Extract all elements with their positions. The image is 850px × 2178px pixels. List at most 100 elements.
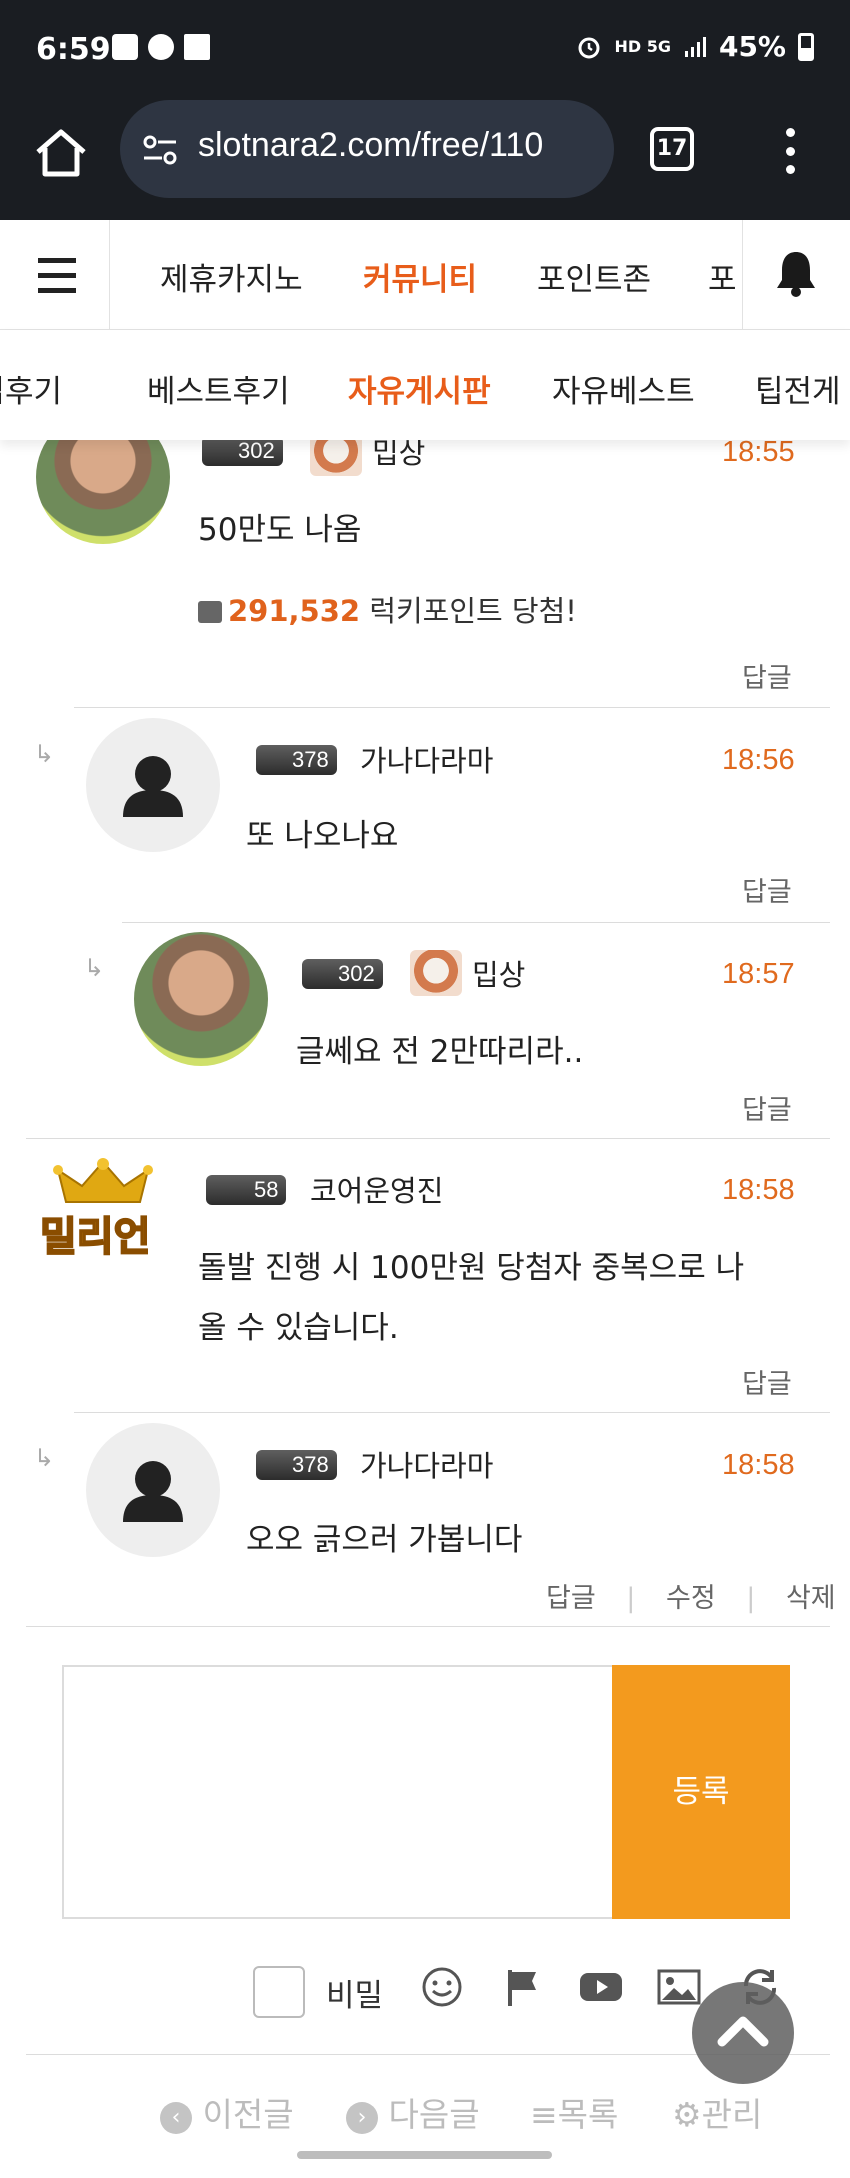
comment-author[interactable]: 가나다라마 — [360, 738, 493, 780]
reply-button[interactable]: 답글 — [742, 1088, 792, 1127]
prev-post-label: 이전글 — [202, 2095, 294, 2134]
battery-percent: 45% — [718, 30, 786, 63]
comment-divider — [74, 707, 830, 708]
reply-arrow-icon: ↳ — [34, 740, 55, 768]
comment-author[interactable]: 가나다라마 — [360, 1443, 493, 1485]
main-nav-items: 제휴카지노 커뮤니티 포인트존 포 — [110, 220, 742, 330]
secret-label: 비밀 — [326, 1978, 384, 2014]
home-icon[interactable] — [30, 122, 92, 184]
comment-time: 18:56 — [722, 744, 795, 776]
site-main-nav: 제휴카지노 커뮤니티 포인트존 포 — [0, 220, 850, 330]
edit-button[interactable]: 수정 — [666, 1583, 716, 1614]
level-number: 302 — [302, 959, 383, 989]
comment-divider — [26, 1138, 830, 1139]
site-settings-icon[interactable] — [140, 130, 180, 170]
user-silhouette-icon — [123, 756, 183, 817]
avatar[interactable] — [86, 1423, 220, 1557]
level-badge: 378 — [256, 743, 337, 777]
level-badge: 378 — [256, 1448, 337, 1482]
reply-button[interactable]: 답글 — [742, 1362, 792, 1401]
comment-divider — [74, 1412, 830, 1413]
level-number: 378 — [256, 745, 337, 775]
board-sub-nav: 가입후기 베스트후기 자유게시판 자유베스트 팁전게 — [0, 330, 850, 440]
address-bar[interactable]: slotnara2.com/free/110 — [120, 100, 614, 198]
lucky-point-text: 럭키포인트 당첨! — [369, 594, 577, 628]
comment-body: 또 나오나요 — [246, 818, 399, 854]
tab-switcher-button[interactable]: 17 — [650, 127, 694, 171]
comment-time: 18:58 — [722, 1174, 795, 1206]
submit-button[interactable]: 등록 — [612, 1665, 790, 1919]
million-logo: 밀리언 — [36, 1158, 170, 1261]
browser-toolbar: slotnara2.com/free/110 17 — [0, 100, 850, 220]
comment-author[interactable]: 코어운영진 — [310, 1168, 443, 1210]
nav-item-partner-casino[interactable]: 제휴카지노 — [160, 254, 303, 299]
network-indicator: HD 5G — [614, 37, 671, 56]
action-separator: | — [626, 1583, 636, 1614]
user-silhouette-icon — [123, 1461, 183, 1522]
status-time: 6:59 — [36, 32, 111, 67]
sub-nav-tip[interactable]: 팁전게 — [755, 366, 841, 411]
sub-nav-best-review[interactable]: 베스트후기 — [147, 366, 290, 411]
comment-body: 돌발 진행 시 100만원 당첨자 중복으로 나 올 수 있습니다. — [198, 1250, 745, 1346]
bell-icon — [777, 252, 815, 297]
manage-link[interactable]: ⚙관리 — [672, 2088, 762, 2136]
notification-button[interactable] — [742, 220, 850, 330]
gear-icon: ⚙ — [672, 2095, 702, 2134]
comment-time: 18:55 — [722, 436, 795, 468]
battery-icon — [798, 32, 814, 61]
youtube-icon[interactable] — [578, 1966, 624, 2008]
action-separator: | — [746, 1583, 756, 1614]
lucky-point-amount: 291,532 — [228, 594, 361, 628]
scroll-top-button[interactable] — [692, 1982, 794, 2084]
nav-item-community[interactable]: 커뮤니티 — [363, 254, 477, 299]
crown-icon — [53, 1158, 153, 1203]
flag-icon[interactable] — [502, 1966, 544, 2008]
list-link[interactable]: ≡목록 — [530, 2088, 618, 2136]
lucky-point-line: 291,532 럭키포인트 당첨! — [198, 588, 577, 630]
comment-body: 글쎄요 전 2만따리라.. — [296, 1034, 584, 1070]
reply-button[interactable]: 답글 — [742, 656, 792, 695]
nav-item-partial[interactable]: 포 — [708, 254, 737, 299]
sub-nav-free-board[interactable]: 자유게시판 — [348, 366, 491, 411]
level-badge: 58 — [206, 1173, 287, 1207]
avatar[interactable] — [86, 718, 220, 852]
secret-checkbox[interactable] — [253, 1966, 305, 2018]
browser-menu-icon[interactable] — [785, 128, 795, 174]
reply-arrow-icon: ↳ — [84, 954, 105, 982]
alarm-icon — [578, 37, 600, 58]
list-icon: ≡ — [530, 2095, 558, 2134]
member-icon — [410, 950, 462, 996]
url-text: slotnara2.com/free/110 — [198, 126, 544, 164]
emoji-icon[interactable] — [421, 1966, 463, 2008]
comment-body: 오오 긁으러 가봅니다 — [246, 1522, 523, 1558]
level-number: 378 — [256, 1450, 337, 1480]
comment-author[interactable]: 밉상 — [472, 952, 525, 994]
sub-nav-signup-review[interactable]: 가입후기 — [0, 366, 62, 411]
prev-post-link[interactable]: ‹ 이전글 — [160, 2088, 294, 2136]
chevron-left-icon: ‹ — [160, 2102, 192, 2134]
reply-arrow-icon: ↳ — [34, 1444, 55, 1472]
hamburger-menu-icon[interactable] — [0, 220, 110, 330]
signal-icon — [684, 36, 706, 57]
reply-button[interactable]: 답글 — [546, 1583, 596, 1614]
comment-body: 50만도 나옴 — [198, 512, 362, 548]
manage-label: 관리 — [701, 2095, 763, 2134]
delete-button[interactable]: 삭제 — [786, 1583, 836, 1614]
reply-button[interactable]: 답글 — [742, 870, 792, 909]
next-post-link[interactable]: › 다음글 — [346, 2088, 480, 2136]
level-number: 58 — [206, 1175, 287, 1205]
gesture-home-bar[interactable] — [297, 2151, 552, 2159]
avatar[interactable] — [134, 932, 268, 1066]
piggy-notification-icon — [148, 34, 174, 60]
nav-item-point-zone[interactable]: 포인트존 — [537, 254, 651, 299]
gift-icon — [198, 601, 222, 623]
status-notification-icons — [112, 34, 210, 60]
million-logo-text: 밀리언 — [39, 1213, 151, 1261]
sub-nav-free-best[interactable]: 자유베스트 — [552, 366, 695, 411]
comment-time: 18:57 — [722, 958, 795, 990]
comment-actions: 답글 | 수정 | 삭제 — [546, 1576, 836, 1615]
status-bar: 6:59 HD 5G 45% — [0, 0, 850, 100]
comment-divider — [26, 1626, 830, 1627]
status-right: HD 5G 45% — [576, 30, 814, 63]
comment-time: 18:58 — [722, 1449, 795, 1481]
